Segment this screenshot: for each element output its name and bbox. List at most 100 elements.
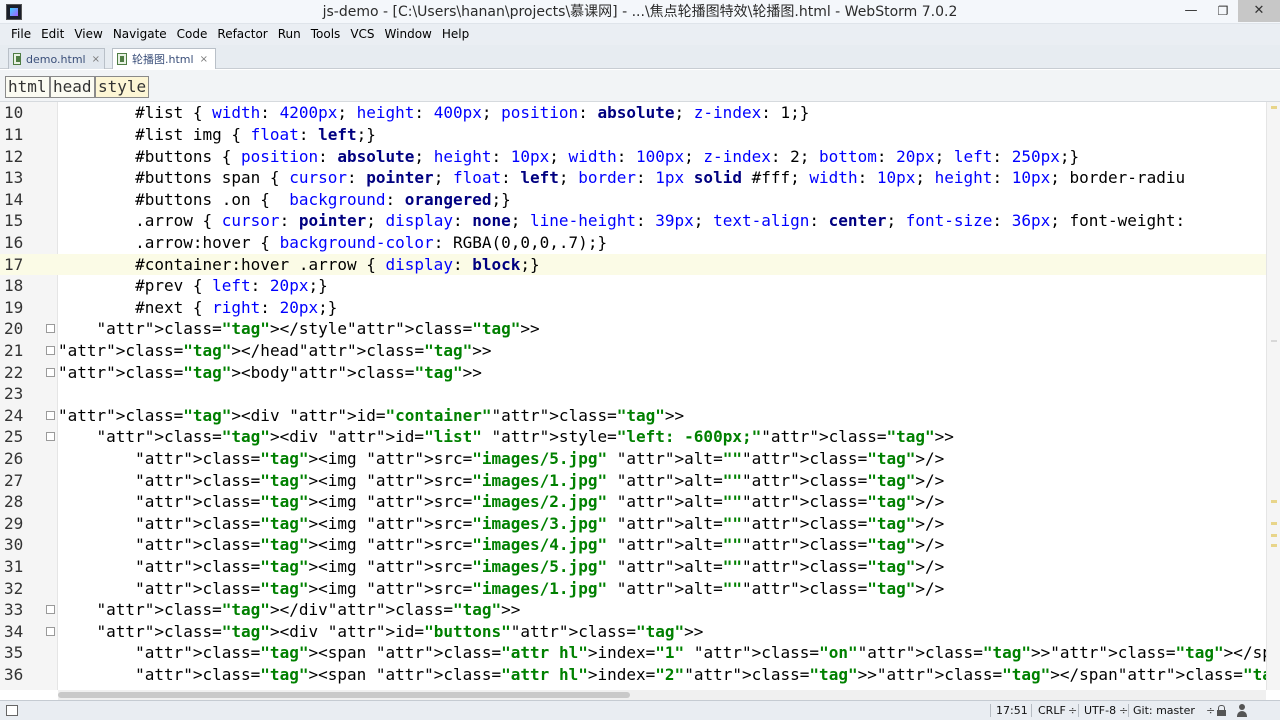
menu-code[interactable]: Code — [172, 24, 213, 45]
status-separator — [1128, 704, 1129, 717]
menu-file[interactable]: File — [6, 24, 36, 45]
code-line[interactable]: 30 "attr">class="tag"><img "attr">src="i… — [0, 534, 1266, 556]
line-number: 21 — [4, 341, 24, 360]
breadcrumb-html[interactable]: html — [5, 76, 50, 98]
code-text: "attr">class="tag"><img "attr">src="imag… — [135, 492, 945, 512]
code-line[interactable]: 32 "attr">class="tag"><img "attr">src="i… — [0, 578, 1266, 600]
editor-tab-bar: demo.html × 轮播图.html × — [0, 45, 1280, 69]
menu-run[interactable]: Run — [273, 24, 306, 45]
line-number: 35 — [4, 643, 24, 663]
code-text: #container:hover .arrow { display: block… — [58, 254, 540, 274]
tab-demo-html[interactable]: demo.html × — [8, 48, 105, 69]
menu-view[interactable]: View — [69, 24, 107, 45]
breadcrumb-style[interactable]: style — [95, 76, 150, 98]
menu-window[interactable]: Window — [380, 24, 437, 45]
code-editor[interactable]: 10 #list { width: 4200px; height: 400px;… — [0, 102, 1280, 690]
menu-refactor[interactable]: Refactor — [212, 24, 272, 45]
fold-marker-icon[interactable] — [46, 626, 55, 636]
fold-marker-icon[interactable] — [46, 346, 55, 355]
code-text: "attr">class="tag"><div "attr">id="butto… — [96, 621, 704, 641]
menu-edit[interactable]: Edit — [36, 24, 69, 45]
code-line[interactable]: 29 "attr">class="tag"><img "attr">src="i… — [0, 513, 1266, 535]
code-text: #buttons .on { background: orangered;} — [58, 189, 511, 209]
code-line[interactable]: 11 #list img { float: left;} — [0, 124, 1266, 146]
menu-vcs[interactable]: VCS — [345, 24, 379, 45]
status-separator — [1078, 704, 1079, 717]
code-text: #list img { float: left;} — [58, 125, 376, 144]
code-line[interactable]: 19 #next { right: 20px;} — [0, 297, 1266, 319]
horizontal-scroll-thumb[interactable] — [58, 692, 630, 698]
code-line[interactable]: 26 "attr">class="tag"><img "attr">src="i… — [0, 448, 1266, 470]
code-text: "attr">class="tag"><img "attr">src="imag… — [135, 513, 945, 533]
line-number: 14 — [4, 189, 24, 209]
line-number: 33 — [4, 600, 24, 620]
code-line[interactable]: 31 "attr">class="tag"><img "attr">src="i… — [0, 556, 1266, 578]
code-line[interactable]: 12 #buttons { position: absolute; height… — [0, 146, 1266, 168]
inspector-person-icon[interactable] — [1236, 704, 1248, 717]
line-number: 27 — [4, 470, 24, 490]
error-stripe-mark[interactable] — [1271, 106, 1277, 109]
vcs-branch-selector[interactable]: Git: master — [1133, 701, 1195, 720]
line-separator-selector[interactable]: CRLF — [1038, 701, 1066, 720]
code-line[interactable]: 34 "attr">class="tag"><div "attr">id="bu… — [0, 621, 1266, 643]
fold-marker-icon[interactable] — [46, 410, 55, 420]
close-tab-icon[interactable]: × — [200, 54, 208, 65]
code-line[interactable]: 22 "attr">class="tag"><body"attr">class="… — [0, 362, 1266, 384]
code-line[interactable]: 20 "attr">class="tag"></style"attr">clas… — [0, 318, 1266, 340]
fold-marker-icon[interactable] — [46, 432, 55, 442]
code-line[interactable]: 10 #list { width: 4200px; height: 400px;… — [0, 102, 1266, 124]
fold-marker-icon[interactable] — [46, 367, 55, 377]
close-window-button[interactable]: ✕ — [1238, 0, 1280, 22]
code-line[interactable]: 16 .arrow:hover { background-color: RGBA… — [0, 232, 1266, 254]
tab-lunbotu-html[interactable]: 轮播图.html × — [112, 48, 216, 69]
code-line[interactable]: 14 #buttons .on { background: orangered;… — [0, 189, 1266, 211]
tool-windows-icon[interactable] — [6, 705, 18, 716]
menu-tools[interactable]: Tools — [306, 24, 346, 45]
lock-icon[interactable] — [1217, 705, 1226, 716]
code-line[interactable]: 13 #buttons span { cursor: pointer; floa… — [0, 167, 1266, 189]
line-number: 20 — [4, 319, 24, 339]
error-stripe-mark[interactable] — [1271, 340, 1277, 342]
fold-marker-icon[interactable] — [46, 324, 55, 334]
error-stripe-mark[interactable] — [1271, 544, 1277, 547]
line-number: 12 — [4, 146, 24, 166]
menu-help[interactable]: Help — [437, 24, 474, 45]
code-text: "attr">class="tag"><div "attr">id="list"… — [96, 427, 954, 447]
code-line[interactable]: 35 "attr">class="tag"><span "attr">class… — [0, 642, 1280, 664]
caret-position[interactable]: 17:51 — [996, 701, 1028, 720]
menu-bar: File Edit View Navigate Code Refactor Ru… — [0, 24, 1280, 45]
status-bar: 17:51 CRLF ÷ UTF-8 ÷ Git: master ÷ — [0, 700, 1280, 720]
line-separator-dropdown-icon[interactable]: ÷ — [1068, 701, 1077, 720]
code-text: #prev { left: 20px;} — [58, 276, 328, 296]
menu-navigate[interactable]: Navigate — [108, 24, 172, 45]
line-number: 11 — [4, 125, 24, 144]
error-stripe-mark[interactable] — [1271, 534, 1277, 537]
code-line[interactable]: 17 #container:hover .arrow { display: bl… — [0, 253, 1266, 276]
error-stripe-mark[interactable] — [1271, 522, 1277, 525]
code-line[interactable]: 18 #prev { left: 20px;} — [0, 275, 1266, 297]
code-text: #next { right: 20px;} — [58, 297, 338, 317]
maximize-button[interactable]: ❐ — [1208, 0, 1238, 22]
code-line[interactable]: 28 "attr">class="tag"><img "attr">src="i… — [0, 491, 1266, 513]
code-line[interactable]: 33 "attr">class="tag"></div"attr">class=… — [0, 599, 1266, 621]
fold-marker-icon[interactable] — [46, 605, 55, 615]
code-line[interactable]: 23 — [0, 383, 1266, 405]
code-line[interactable]: 36 "attr">class="tag"><span "attr">class… — [0, 664, 1280, 686]
code-line[interactable]: 24 "attr">class="tag"><div "attr">id="con… — [0, 405, 1266, 427]
error-stripe-mark[interactable] — [1271, 500, 1277, 503]
minimize-button[interactable]: — — [1176, 0, 1206, 22]
encoding-dropdown-icon[interactable]: ÷ — [1119, 701, 1128, 720]
breadcrumb-head[interactable]: head — [50, 76, 95, 98]
vertical-scrollbar[interactable] — [1266, 102, 1280, 690]
vcs-branch-dropdown-icon[interactable]: ÷ — [1206, 701, 1215, 720]
line-number: 10 — [4, 103, 24, 123]
code-text: "attr">class="tag"><div "attr">id="conta… — [58, 405, 685, 425]
horizontal-scrollbar[interactable] — [58, 690, 1266, 700]
close-tab-icon[interactable]: × — [92, 54, 100, 65]
code-line[interactable]: 15 .arrow { cursor: pointer; display: no… — [0, 210, 1266, 232]
code-line[interactable]: 25 "attr">class="tag"><div "attr">id="li… — [0, 426, 1266, 448]
line-number: 16 — [4, 233, 24, 252]
code-line[interactable]: 21 "attr">class="tag"></head"attr">class=… — [0, 340, 1266, 362]
encoding-selector[interactable]: UTF-8 — [1084, 701, 1116, 720]
code-line[interactable]: 27 "attr">class="tag"><img "attr">src="i… — [0, 470, 1266, 492]
